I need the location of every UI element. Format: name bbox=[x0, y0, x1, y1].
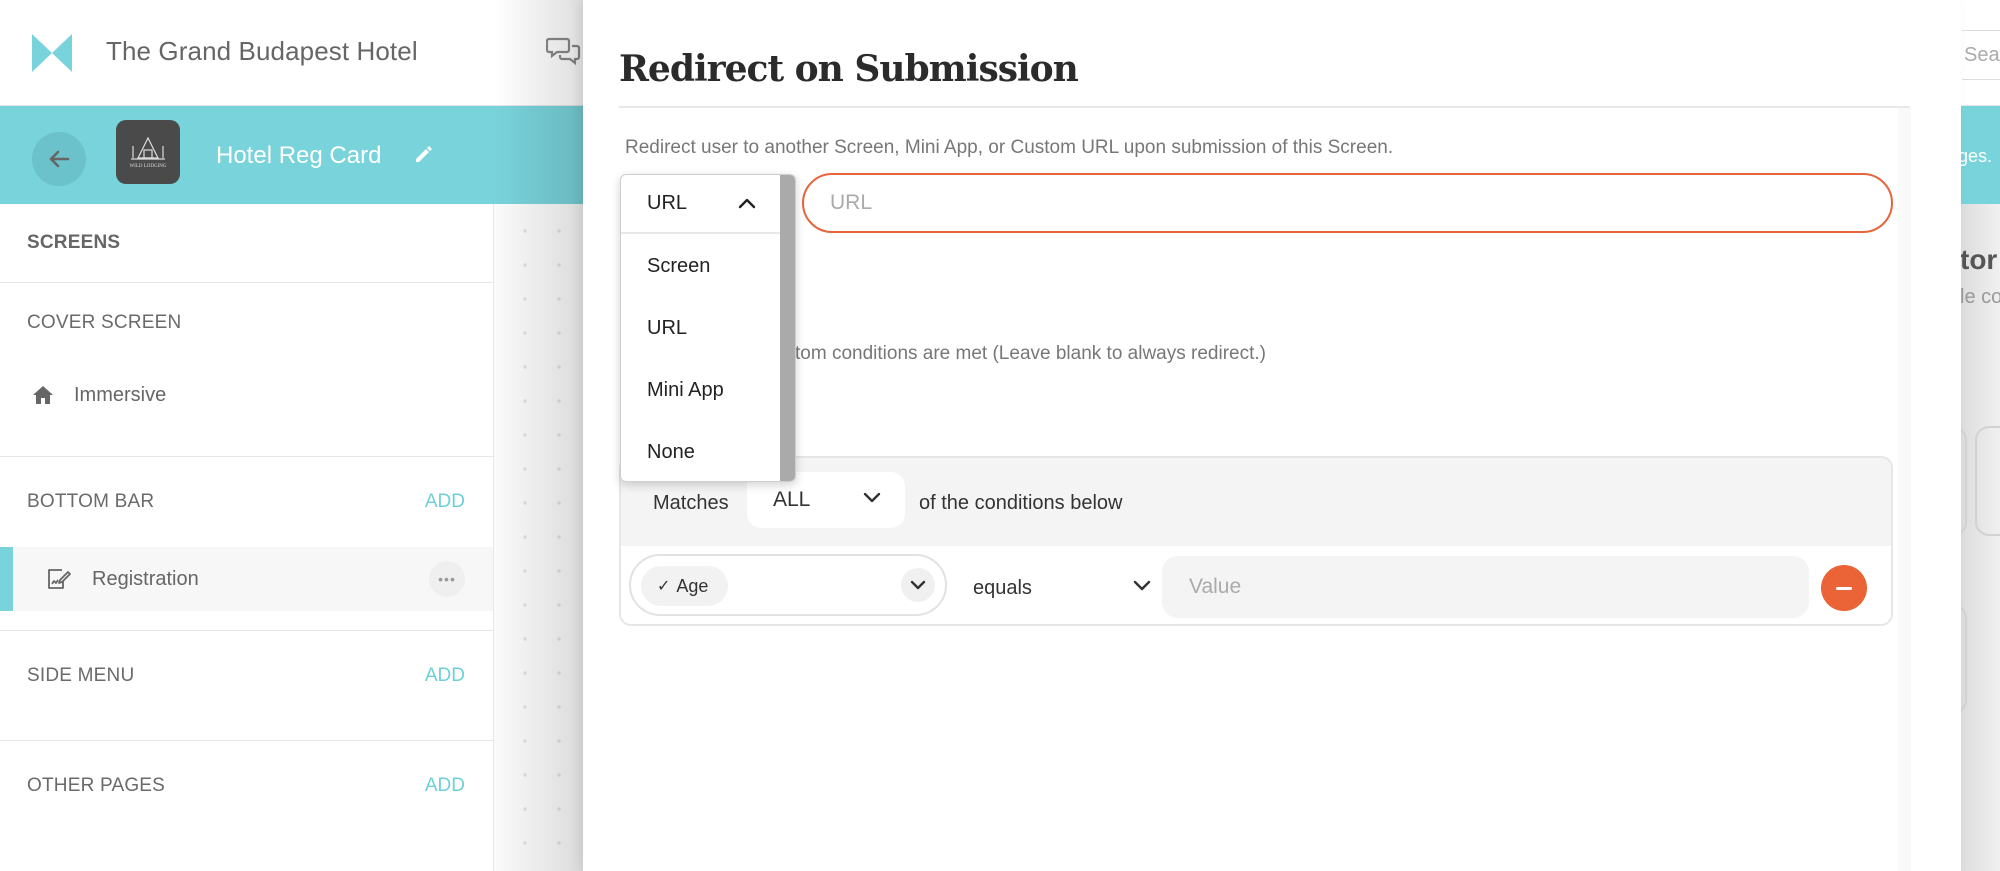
cabin-icon bbox=[131, 136, 165, 160]
dropdown-option-url[interactable]: URL bbox=[621, 297, 782, 359]
operator-value: equals bbox=[973, 576, 1032, 599]
arrow-left-icon bbox=[49, 150, 70, 168]
app-name: Hotel Reg Card bbox=[216, 142, 382, 169]
app-thumbnail-label: WILD LODGING bbox=[129, 163, 167, 169]
search-input[interactable]: Searc bbox=[1962, 30, 2000, 80]
add-side-menu-button[interactable]: ADD bbox=[425, 665, 465, 687]
section-label: SCREENS bbox=[27, 232, 121, 253]
sidebar-section-cover-screen: COVER SCREEN Immersive bbox=[0, 283, 493, 457]
chevron-up-icon bbox=[738, 198, 756, 209]
home-icon bbox=[33, 386, 53, 404]
match-mode-value: ALL bbox=[773, 488, 811, 511]
field-tag-label: Age bbox=[676, 575, 709, 596]
dropdown-option-mini-app[interactable]: Mini App bbox=[621, 359, 782, 421]
modal-title: Redirect on Submission bbox=[619, 48, 1079, 90]
sidebar-item-immersive[interactable]: Immersive bbox=[0, 363, 493, 427]
dropdown-scrollbar[interactable] bbox=[780, 175, 795, 481]
check-icon: ✓ bbox=[657, 578, 671, 595]
remove-condition-button[interactable] bbox=[1821, 565, 1867, 611]
more-options-button[interactable]: ••• bbox=[429, 561, 465, 597]
field-tag: ✓ Age bbox=[641, 566, 729, 606]
app-thumbnail: WILD LODGING bbox=[116, 120, 180, 184]
conditions-header: Matches ALL of the conditions below bbox=[621, 458, 1891, 546]
pencil-icon bbox=[416, 146, 432, 162]
chevron-down-icon bbox=[910, 580, 926, 590]
edit-name-button[interactable] bbox=[404, 134, 444, 174]
chevron-down-icon bbox=[1133, 580, 1151, 591]
brand-logo-icon bbox=[32, 34, 72, 72]
modal-description: Redirect user to another Screen, Mini Ap… bbox=[625, 137, 1394, 158]
sidebar-section-bottom-bar: BOTTOM BAR ADD Registration ••• bbox=[0, 457, 493, 631]
sidebar-section-other-pages: OTHER PAGES ADD bbox=[0, 741, 493, 831]
redirect-type-selected[interactable]: URL bbox=[621, 175, 782, 234]
sidebar-item-label: Registration bbox=[92, 567, 199, 590]
sidebar-section-side-menu: SIDE MENU ADD bbox=[0, 631, 493, 741]
condition-field-select[interactable]: ✓ Age bbox=[629, 554, 947, 616]
right-panel-title: tor bbox=[1960, 244, 1998, 275]
conditions-suffix-label: of the conditions below bbox=[919, 492, 1123, 514]
conditions-group: Matches ALL of the conditions below ✓ Ag… bbox=[619, 456, 1893, 626]
sidebar-item-registration[interactable]: Registration ••• bbox=[0, 547, 493, 611]
condition-operator-select[interactable]: equals bbox=[973, 568, 1163, 608]
sidebar-section-screens: SCREENS bbox=[0, 204, 493, 283]
dropdown-option-none[interactable]: None bbox=[621, 421, 782, 481]
minus-icon bbox=[1836, 586, 1852, 590]
modal-scrollbar[interactable] bbox=[1898, 108, 1911, 871]
url-input[interactable] bbox=[802, 173, 1893, 233]
right-panel: tor le co bbox=[1930, 204, 2000, 871]
modal-backdrop[interactable] bbox=[494, 0, 584, 871]
right-panel-card[interactable] bbox=[1975, 426, 2000, 536]
section-label: BOTTOM BAR bbox=[27, 491, 155, 512]
dropdown-option-screen[interactable]: Screen bbox=[621, 235, 782, 297]
add-bottom-bar-button[interactable]: ADD bbox=[425, 491, 465, 513]
selected-value: URL bbox=[647, 192, 688, 214]
signature-icon bbox=[48, 569, 71, 589]
sidebar: SCREENS COVER SCREEN Immersive BOTTOM BA… bbox=[0, 204, 494, 871]
redirect-type-dropdown[interactable]: URL Screen URL Mini App None bbox=[620, 174, 796, 482]
matches-label: Matches bbox=[653, 492, 729, 514]
conditions-description: tom conditions are met (Leave blank to a… bbox=[795, 343, 1266, 364]
add-other-pages-button[interactable]: ADD bbox=[425, 775, 465, 797]
back-button[interactable] bbox=[32, 132, 86, 186]
app-title: The Grand Budapest Hotel bbox=[106, 36, 418, 66]
condition-value-input[interactable] bbox=[1162, 556, 1809, 618]
banner-text: ges. bbox=[1958, 146, 1993, 166]
section-label: COVER SCREEN bbox=[27, 312, 182, 333]
chevron-down-icon bbox=[863, 492, 881, 503]
ellipsis-icon: ••• bbox=[438, 571, 456, 587]
sidebar-item-label: Immersive bbox=[74, 383, 167, 406]
section-label: OTHER PAGES bbox=[27, 775, 166, 796]
divider bbox=[619, 106, 1910, 108]
field-dropdown-toggle[interactable] bbox=[901, 568, 935, 602]
right-panel-subtitle: le co bbox=[1960, 286, 2000, 308]
section-label: SIDE MENU bbox=[27, 665, 135, 686]
